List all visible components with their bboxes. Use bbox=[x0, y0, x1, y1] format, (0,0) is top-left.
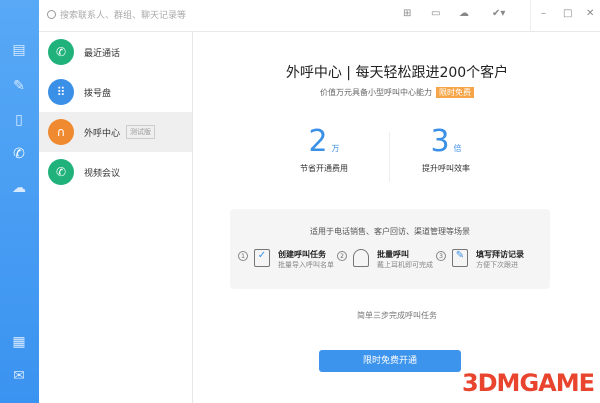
step-number: 2 bbox=[337, 251, 347, 261]
maximize-button[interactable]: □ bbox=[563, 8, 572, 19]
free-tag: 限时免费 bbox=[436, 87, 474, 98]
phone-icon[interactable]: ✆ bbox=[10, 146, 28, 162]
close-button[interactable]: ✕ bbox=[586, 8, 594, 19]
video-call-icon: ✆ bbox=[48, 159, 74, 185]
menu-item-video-meeting[interactable]: ✆ 视频会议 bbox=[39, 152, 192, 192]
step-desc: 方便下次跟进 bbox=[476, 261, 518, 269]
menu-item-call-center[interactable]: ∩ 外呼中心 测试版 bbox=[39, 112, 192, 152]
stat-value: 3 bbox=[430, 124, 450, 159]
step-title: 填写拜访记录 bbox=[476, 250, 524, 259]
screen-share-icon[interactable]: ▭ bbox=[431, 8, 440, 19]
minimize-button[interactable]: – bbox=[541, 8, 546, 19]
scenario-text: 适用于电话销售、客户回访、渠道管理等场景 bbox=[310, 227, 470, 236]
step-desc: 批量导入呼叫名单 bbox=[278, 261, 334, 269]
activate-free-button[interactable]: 限时免费开通 bbox=[319, 350, 461, 372]
menu-item-dialpad[interactable]: ⠿ 拨号盘 bbox=[39, 72, 192, 112]
cloud-icon[interactable]: ☁ bbox=[10, 180, 28, 196]
menu-label: 外呼中心 bbox=[84, 128, 121, 139]
recent-call-icon: ✆ bbox=[48, 39, 74, 65]
avatar[interactable]: ✔▾ bbox=[492, 8, 505, 19]
step-number: 3 bbox=[436, 251, 446, 261]
stat-efficiency: 3 倍提升呼叫效率 bbox=[386, 124, 506, 174]
stat-cost: 2 万节省开通费用 bbox=[264, 124, 384, 174]
stat-unit: 倍 bbox=[453, 144, 462, 153]
headset-icon: ∩ bbox=[48, 119, 74, 145]
workbench-icon[interactable]: ✎ bbox=[10, 78, 28, 94]
left-nav-rail: ▤ ✎ ▯ ✆ ☁ ▦ ✉ bbox=[0, 0, 39, 403]
menu-item-recent-calls[interactable]: ✆ 最近通话 bbox=[39, 32, 192, 72]
step-1: 1 ✓ 创建呼叫任务 批量导入呼叫名单 bbox=[238, 249, 334, 270]
new-chat-icon[interactable]: ⊞ bbox=[403, 8, 411, 19]
stat-value: 2 bbox=[308, 124, 328, 159]
top-bar: 搜索联系人、群组、聊天记录等 ⊞ ▭ ☁ ✔▾ – □ ✕ bbox=[39, 0, 600, 32]
mail-icon[interactable]: ✉ bbox=[10, 368, 28, 384]
stat-unit: 万 bbox=[331, 144, 340, 153]
contacts-icon[interactable]: ▯ bbox=[10, 112, 28, 128]
cloud-upload-icon[interactable]: ☁ bbox=[459, 8, 469, 19]
beta-badge: 测试版 bbox=[126, 125, 156, 139]
stat-label: 节省开通费用 bbox=[300, 164, 348, 173]
call-menu-panel: ✆ 最近通话 ⠿ 拨号盘 ∩ 外呼中心 测试版 ✆ 视频会议 bbox=[39, 32, 193, 403]
step-desc: 戴上耳机即可完成 bbox=[377, 261, 433, 269]
subtitle: 价值万元具备小型呼叫中心能力 限时免费 bbox=[194, 87, 600, 98]
menu-label: 最近通话 bbox=[84, 48, 121, 59]
watermark: 3DMGAME bbox=[461, 369, 595, 397]
chat-icon[interactable]: ▤ bbox=[10, 42, 28, 58]
menu-label: 拨号盘 bbox=[84, 88, 112, 99]
edit-record-icon: ✎ bbox=[452, 249, 468, 267]
search-icon bbox=[47, 10, 56, 19]
divider bbox=[530, 0, 531, 32]
menu-label: 视频会议 bbox=[84, 168, 121, 179]
step-title: 创建呼叫任务 bbox=[278, 250, 326, 259]
page-title: 外呼中心 | 每天轻松跟进200个客户 bbox=[285, 65, 509, 81]
headset-icon bbox=[353, 249, 369, 267]
dialpad-icon: ⠿ bbox=[48, 79, 74, 105]
call-center-content: 外呼中心 | 每天轻松跟进200个客户 价值万元具备小型呼叫中心能力 限时免费 2… bbox=[194, 32, 600, 403]
subtitle-text: 价值万元具备小型呼叫中心能力 bbox=[320, 88, 432, 97]
clipboard-check-icon: ✓ bbox=[254, 249, 270, 267]
apps-icon[interactable]: ▦ bbox=[10, 334, 28, 350]
stat-label: 提升呼叫效率 bbox=[422, 164, 470, 173]
steps-box: 适用于电话销售、客户回访、渠道管理等场景 1 ✓ 创建呼叫任务 批量导入呼叫名单 2 批… bbox=[230, 209, 550, 289]
search-input[interactable]: 搜索联系人、群组、聊天记录等 bbox=[47, 8, 186, 21]
three-steps-text: 简单三步完成呼叫任务 bbox=[357, 311, 437, 320]
step-number: 1 bbox=[238, 251, 248, 261]
step-3: 3 ✎ 填写拜访记录 方便下次跟进 bbox=[436, 249, 524, 270]
search-placeholder: 搜索联系人、群组、聊天记录等 bbox=[60, 11, 187, 21]
step-title: 批量呼叫 bbox=[377, 250, 409, 259]
step-2: 2 批量呼叫戴上耳机即可完成 bbox=[337, 249, 433, 270]
